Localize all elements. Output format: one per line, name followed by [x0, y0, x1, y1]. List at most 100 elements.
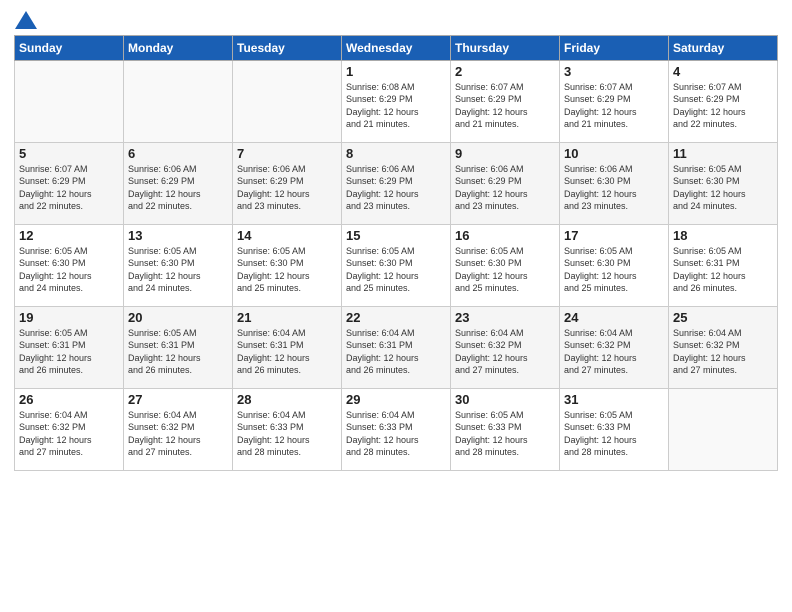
day-number: 21: [237, 310, 337, 325]
day-info: Sunrise: 6:05 AM Sunset: 6:30 PM Dayligh…: [564, 245, 664, 295]
calendar-week-row: 19 Sunrise: 6:05 AM Sunset: 6:31 PM Dayli…: [15, 306, 778, 388]
calendar-cell: 1 Sunrise: 6:08 AM Sunset: 6:29 PM Daylig…: [342, 60, 451, 142]
day-info: Sunrise: 6:05 AM Sunset: 6:30 PM Dayligh…: [237, 245, 337, 295]
calendar-week-row: 26 Sunrise: 6:04 AM Sunset: 6:32 PM Dayli…: [15, 388, 778, 470]
calendar-cell: 17 Sunrise: 6:05 AM Sunset: 6:30 PM Dayli…: [560, 224, 669, 306]
calendar-cell: 20Sunrise: 6:05 AM Sunset: 6:31 PM Dayli…: [124, 306, 233, 388]
page-header: [14, 10, 778, 29]
calendar-cell: 16 Sunrise: 6:05 AM Sunset: 6:30 PM Dayli…: [451, 224, 560, 306]
calendar-cell: 26 Sunrise: 6:04 AM Sunset: 6:32 PM Dayli…: [15, 388, 124, 470]
weekday-header: Thursday: [451, 35, 560, 60]
calendar-cell: 28 Sunrise: 6:04 AM Sunset: 6:33 PM Dayli…: [233, 388, 342, 470]
logo-icon: [15, 11, 37, 29]
calendar-cell: 23 Sunrise: 6:04 AM Sunset: 6:32 PM Dayli…: [451, 306, 560, 388]
day-number: 23: [455, 310, 555, 325]
calendar-cell: 29 Sunrise: 6:04 AM Sunset: 6:33 PM Dayli…: [342, 388, 451, 470]
day-number: 4: [673, 64, 773, 79]
calendar-cell: [669, 388, 778, 470]
day-number: 1: [346, 64, 446, 79]
day-info: Sunrise: 6:04 AM Sunset: 6:33 PM Dayligh…: [346, 409, 446, 459]
calendar-cell: 18 Sunrise: 6:05 AM Sunset: 6:31 PM Dayli…: [669, 224, 778, 306]
day-number: 30: [455, 392, 555, 407]
day-number: 15: [346, 228, 446, 243]
day-info: Sunrise: 6:05 AM Sunset: 6:30 PM Dayligh…: [673, 163, 773, 213]
day-info: Sunrise: 6:05 AM Sunset: 6:30 PM Dayligh…: [19, 245, 119, 295]
day-info: Sunrise: 6:07 AM Sunset: 6:29 PM Dayligh…: [455, 81, 555, 131]
day-number: 11: [673, 146, 773, 161]
calendar-week-row: 5Sunrise: 6:07 AM Sunset: 6:29 PM Daylig…: [15, 142, 778, 224]
calendar-cell: 22Sunrise: 6:04 AM Sunset: 6:31 PM Dayli…: [342, 306, 451, 388]
day-info: Sunrise: 6:05 AM Sunset: 6:31 PM Dayligh…: [128, 327, 228, 377]
calendar-cell: 2Sunrise: 6:07 AM Sunset: 6:29 PM Daylig…: [451, 60, 560, 142]
calendar-cell: 13Sunrise: 6:05 AM Sunset: 6:30 PM Dayli…: [124, 224, 233, 306]
logo: [14, 10, 39, 29]
day-number: 3: [564, 64, 664, 79]
weekday-header: Sunday: [15, 35, 124, 60]
calendar-cell: 8Sunrise: 6:06 AM Sunset: 6:29 PM Daylig…: [342, 142, 451, 224]
day-info: Sunrise: 6:05 AM Sunset: 6:33 PM Dayligh…: [455, 409, 555, 459]
calendar-week-row: 12 Sunrise: 6:05 AM Sunset: 6:30 PM Dayli…: [15, 224, 778, 306]
day-number: 28: [237, 392, 337, 407]
day-number: 24: [564, 310, 664, 325]
calendar-cell: 3 Sunrise: 6:07 AM Sunset: 6:29 PM Daylig…: [560, 60, 669, 142]
calendar-cell: 27Sunrise: 6:04 AM Sunset: 6:32 PM Dayli…: [124, 388, 233, 470]
day-number: 27: [128, 392, 228, 407]
day-number: 31: [564, 392, 664, 407]
calendar-cell: 15Sunrise: 6:05 AM Sunset: 6:30 PM Dayli…: [342, 224, 451, 306]
calendar-cell: 31Sunrise: 6:05 AM Sunset: 6:33 PM Dayli…: [560, 388, 669, 470]
day-number: 17: [564, 228, 664, 243]
calendar-cell: 24 Sunrise: 6:04 AM Sunset: 6:32 PM Dayli…: [560, 306, 669, 388]
day-number: 12: [19, 228, 119, 243]
day-info: Sunrise: 6:06 AM Sunset: 6:29 PM Dayligh…: [128, 163, 228, 213]
day-info: Sunrise: 6:06 AM Sunset: 6:29 PM Dayligh…: [237, 163, 337, 213]
day-info: Sunrise: 6:07 AM Sunset: 6:29 PM Dayligh…: [673, 81, 773, 131]
calendar-cell: [15, 60, 124, 142]
day-info: Sunrise: 6:05 AM Sunset: 6:30 PM Dayligh…: [128, 245, 228, 295]
weekday-header: Monday: [124, 35, 233, 60]
day-number: 16: [455, 228, 555, 243]
calendar-cell: 25Sunrise: 6:04 AM Sunset: 6:32 PM Dayli…: [669, 306, 778, 388]
day-info: Sunrise: 6:05 AM Sunset: 6:31 PM Dayligh…: [19, 327, 119, 377]
calendar-cell: 19 Sunrise: 6:05 AM Sunset: 6:31 PM Dayli…: [15, 306, 124, 388]
day-info: Sunrise: 6:04 AM Sunset: 6:32 PM Dayligh…: [19, 409, 119, 459]
day-number: 9: [455, 146, 555, 161]
day-info: Sunrise: 6:06 AM Sunset: 6:29 PM Dayligh…: [455, 163, 555, 213]
day-number: 14: [237, 228, 337, 243]
calendar-header-row: SundayMondayTuesdayWednesdayThursdayFrid…: [15, 35, 778, 60]
day-number: 26: [19, 392, 119, 407]
day-info: Sunrise: 6:04 AM Sunset: 6:31 PM Dayligh…: [237, 327, 337, 377]
calendar-cell: 7 Sunrise: 6:06 AM Sunset: 6:29 PM Daylig…: [233, 142, 342, 224]
day-number: 19: [19, 310, 119, 325]
day-number: 10: [564, 146, 664, 161]
day-info: Sunrise: 6:06 AM Sunset: 6:29 PM Dayligh…: [346, 163, 446, 213]
day-number: 22: [346, 310, 446, 325]
calendar-cell: 30 Sunrise: 6:05 AM Sunset: 6:33 PM Dayli…: [451, 388, 560, 470]
weekday-header: Saturday: [669, 35, 778, 60]
day-info: Sunrise: 6:05 AM Sunset: 6:30 PM Dayligh…: [455, 245, 555, 295]
day-number: 7: [237, 146, 337, 161]
calendar-table: SundayMondayTuesdayWednesdayThursdayFrid…: [14, 35, 778, 471]
day-info: Sunrise: 6:08 AM Sunset: 6:29 PM Dayligh…: [346, 81, 446, 131]
day-info: Sunrise: 6:06 AM Sunset: 6:30 PM Dayligh…: [564, 163, 664, 213]
page-container: SundayMondayTuesdayWednesdayThursdayFrid…: [0, 0, 792, 481]
calendar-cell: 14 Sunrise: 6:05 AM Sunset: 6:30 PM Dayli…: [233, 224, 342, 306]
calendar-cell: 11 Sunrise: 6:05 AM Sunset: 6:30 PM Dayli…: [669, 142, 778, 224]
weekday-header: Tuesday: [233, 35, 342, 60]
weekday-header: Friday: [560, 35, 669, 60]
day-info: Sunrise: 6:07 AM Sunset: 6:29 PM Dayligh…: [564, 81, 664, 131]
day-info: Sunrise: 6:04 AM Sunset: 6:33 PM Dayligh…: [237, 409, 337, 459]
day-info: Sunrise: 6:07 AM Sunset: 6:29 PM Dayligh…: [19, 163, 119, 213]
calendar-cell: 4 Sunrise: 6:07 AM Sunset: 6:29 PM Daylig…: [669, 60, 778, 142]
calendar-cell: 5Sunrise: 6:07 AM Sunset: 6:29 PM Daylig…: [15, 142, 124, 224]
day-info: Sunrise: 6:04 AM Sunset: 6:32 PM Dayligh…: [673, 327, 773, 377]
day-number: 18: [673, 228, 773, 243]
calendar-week-row: 1 Sunrise: 6:08 AM Sunset: 6:29 PM Daylig…: [15, 60, 778, 142]
calendar-cell: 9 Sunrise: 6:06 AM Sunset: 6:29 PM Daylig…: [451, 142, 560, 224]
day-number: 29: [346, 392, 446, 407]
calendar-cell: 10 Sunrise: 6:06 AM Sunset: 6:30 PM Dayli…: [560, 142, 669, 224]
day-info: Sunrise: 6:04 AM Sunset: 6:32 PM Dayligh…: [455, 327, 555, 377]
calendar-cell: 6Sunrise: 6:06 AM Sunset: 6:29 PM Daylig…: [124, 142, 233, 224]
day-info: Sunrise: 6:05 AM Sunset: 6:31 PM Dayligh…: [673, 245, 773, 295]
day-info: Sunrise: 6:04 AM Sunset: 6:32 PM Dayligh…: [564, 327, 664, 377]
calendar-cell: 12 Sunrise: 6:05 AM Sunset: 6:30 PM Dayli…: [15, 224, 124, 306]
